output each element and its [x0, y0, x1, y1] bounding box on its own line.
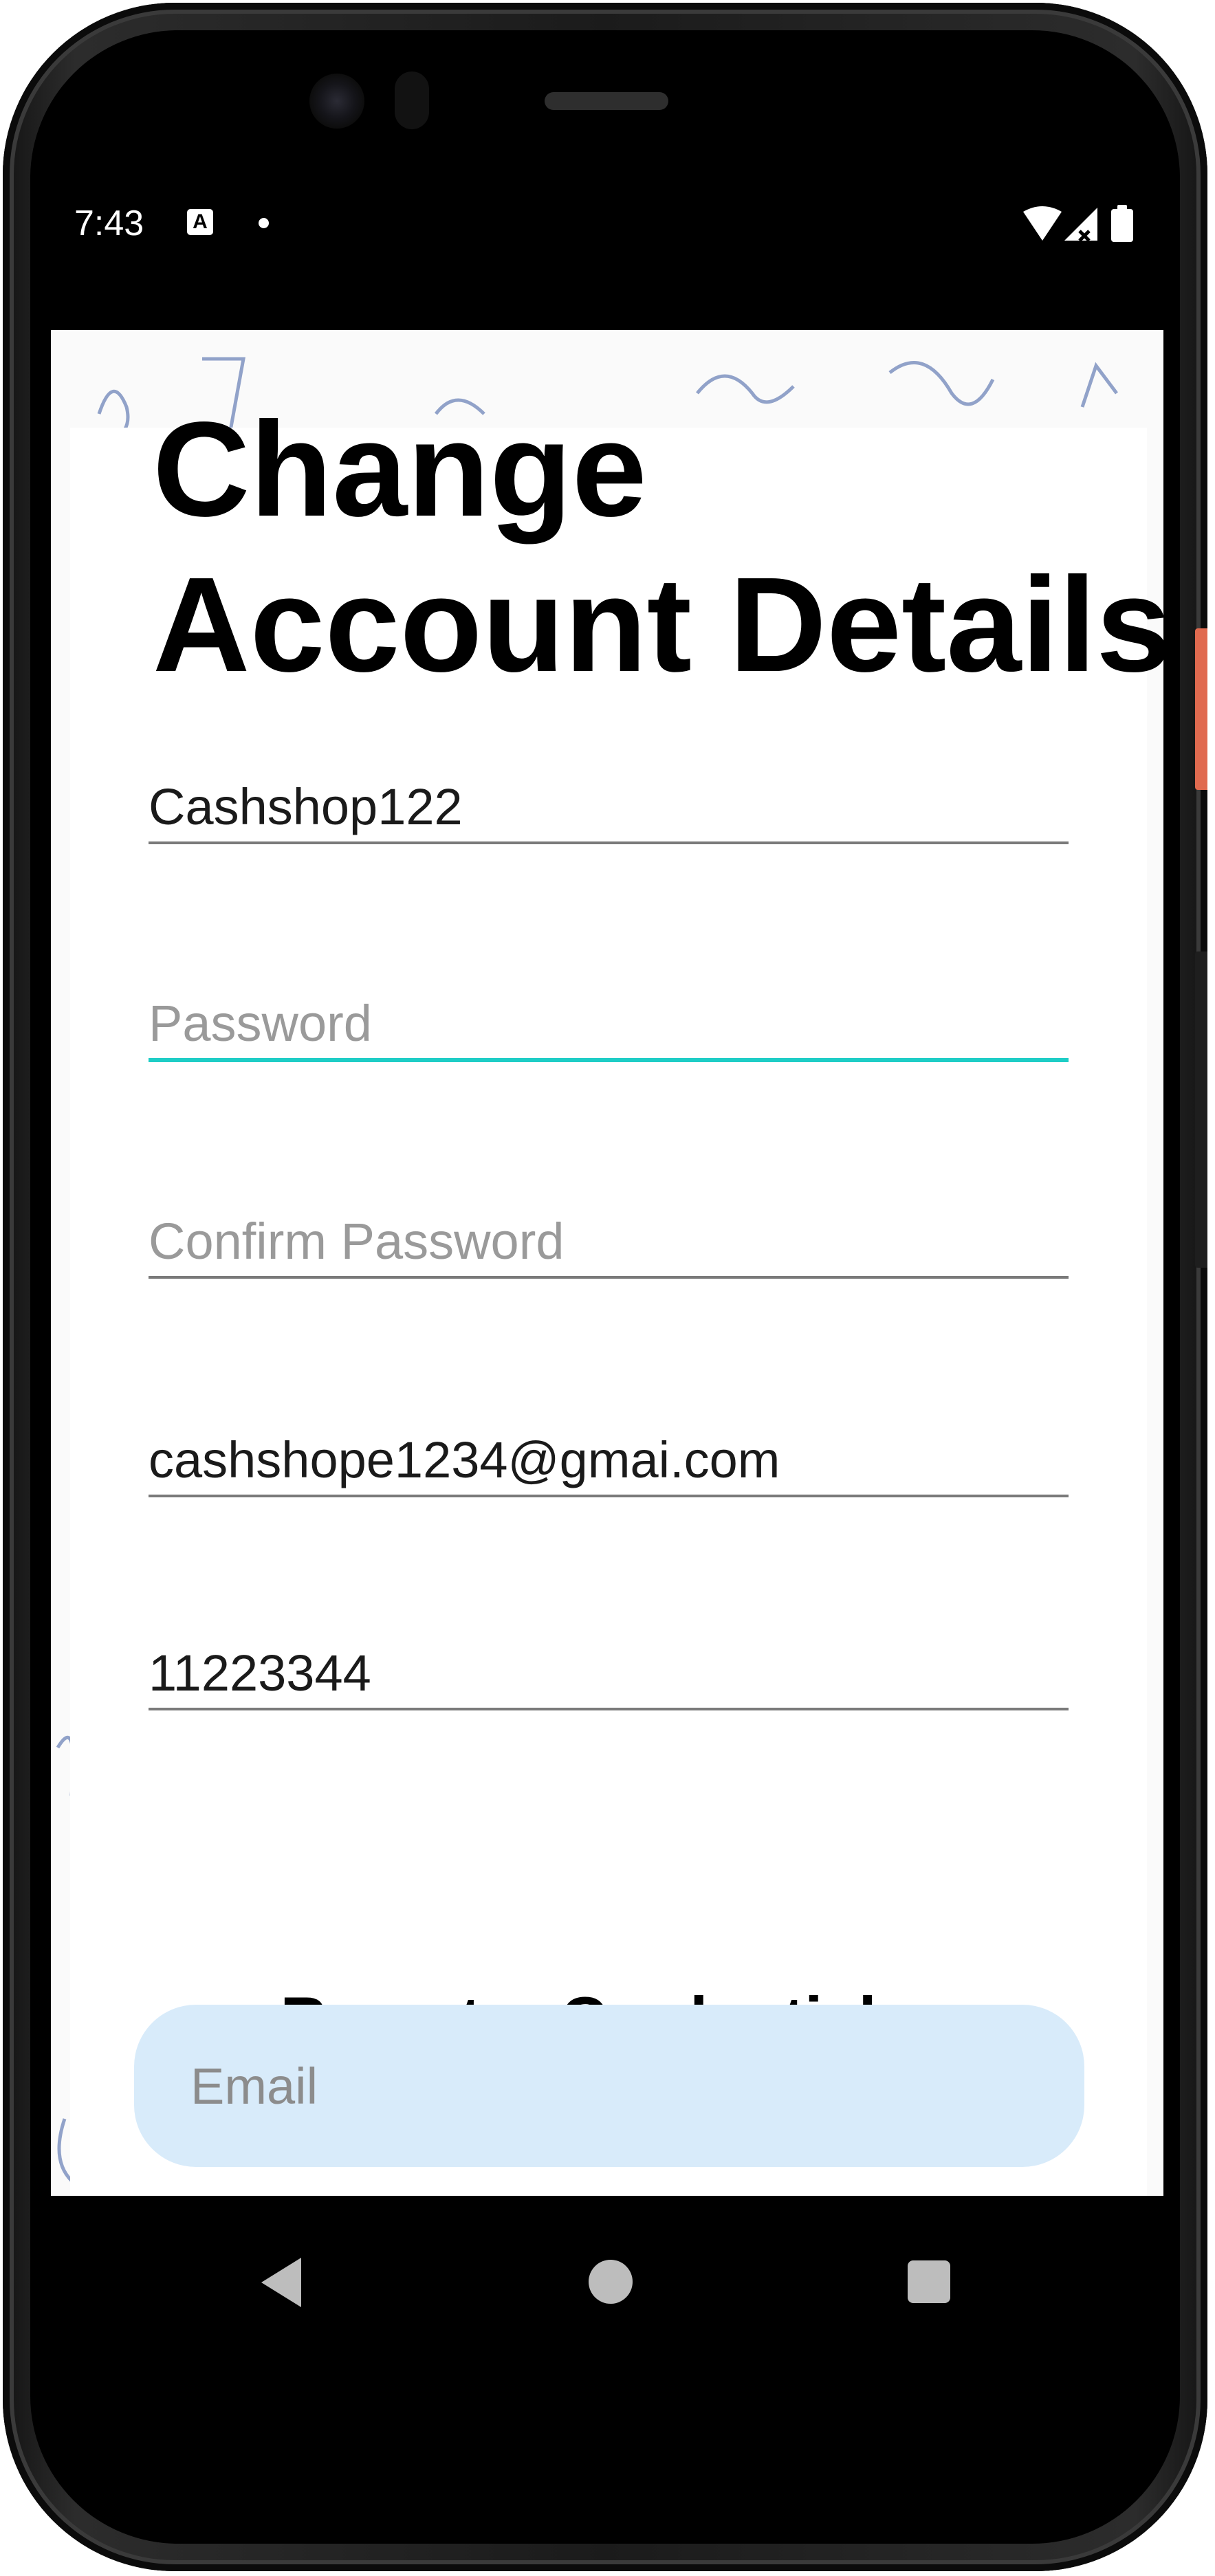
phone-input[interactable]	[149, 1644, 1069, 1702]
page-title-line-1: Change	[153, 394, 647, 544]
email-field[interactable]	[149, 1423, 1069, 1497]
signal-icon	[1064, 208, 1097, 242]
wifi-icon	[1023, 206, 1062, 241]
page-title: Change Account Details	[153, 392, 1163, 703]
recents-icon[interactable]	[908, 2260, 950, 2303]
email-input[interactable]	[149, 1431, 1069, 1489]
volume-button	[1195, 951, 1207, 1268]
earpiece-speaker	[545, 92, 668, 110]
username-field[interactable]	[149, 770, 1069, 844]
password-field[interactable]	[149, 987, 1069, 1062]
reauth-email-input[interactable]	[190, 2005, 998, 2167]
confirm-password-field[interactable]	[149, 1204, 1069, 1279]
phone-frame: 7:43 A Change Account Details Cashshop12…	[3, 3, 1207, 2571]
password-input[interactable]	[149, 994, 1069, 1053]
home-icon[interactable]	[589, 2260, 633, 2304]
battery-icon	[1111, 205, 1133, 242]
confirm-password-input[interactable]	[149, 1212, 1069, 1270]
notification-a-icon: A	[187, 209, 213, 235]
navigation-bar	[51, 2196, 1163, 2368]
reauth-email-field[interactable]	[134, 2005, 1084, 2167]
username-input[interactable]	[149, 778, 1069, 836]
screen: 7:43 A Change Account Details Cashshop12…	[51, 151, 1163, 2368]
back-icon[interactable]	[261, 2258, 301, 2307]
proximity-sensor	[395, 71, 429, 129]
status-time: 7:43	[74, 203, 144, 243]
front-camera	[309, 74, 364, 129]
status-bar: 7:43 A	[51, 151, 1163, 330]
page-title-line-2: Account Details	[153, 549, 1163, 700]
status-icons	[1022, 205, 1139, 246]
power-button	[1195, 628, 1207, 790]
phone-field[interactable]	[149, 1636, 1069, 1710]
notification-dot-icon	[259, 218, 269, 228]
